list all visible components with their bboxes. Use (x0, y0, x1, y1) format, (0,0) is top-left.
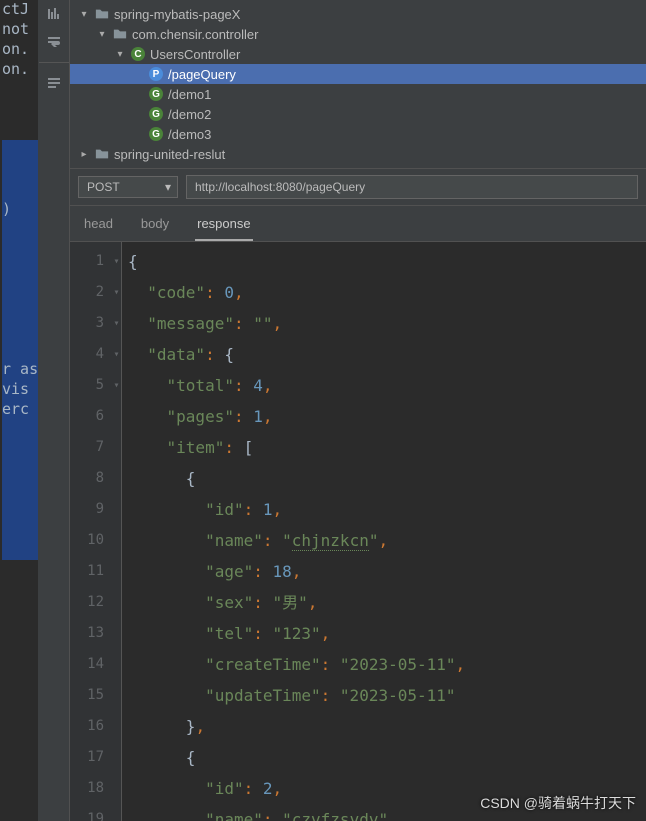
bars-icon[interactable] (46, 6, 62, 22)
tree-label: /demo2 (168, 107, 211, 122)
tree-item[interactable]: G/demo1 (70, 84, 646, 104)
folder-icon (94, 6, 110, 22)
url-input[interactable] (186, 175, 638, 199)
chevron-icon: ▾ (96, 29, 108, 40)
chevron-icon: ▸ (78, 149, 90, 160)
tree-label: /demo3 (168, 127, 211, 142)
tree-item[interactable]: ▾ C UsersController (70, 44, 646, 64)
tree-item[interactable]: ▸ spring-united-reslut (70, 144, 646, 164)
tree-item[interactable]: G/demo3 (70, 124, 646, 144)
endpoints-tree: ▾ spring-mybatis-pageX ▾ com.chensir.contro… (70, 0, 646, 168)
tab-response[interactable]: response (195, 212, 252, 241)
response-editor: 12345678910111213141516171819 ▾ ▾ ▾▾ ▾ {… (70, 242, 646, 821)
folder-icon (112, 26, 128, 42)
soft-wrap-icon[interactable] (46, 75, 62, 91)
wrap-icon[interactable] (46, 34, 62, 50)
tabs: head body response (70, 206, 646, 242)
tree-item[interactable]: G/demo2 (70, 104, 646, 124)
tree-label: spring-united-reslut (114, 147, 225, 162)
method-select[interactable]: POST (78, 176, 178, 198)
tree-item[interactable]: ▾ com.chensir.controller (70, 24, 646, 44)
get-icon: G (148, 106, 164, 122)
tree-label: /pageQuery (168, 67, 236, 82)
tree-label: spring-mybatis-pageX (114, 7, 240, 22)
tree-label: com.chensir.controller (132, 27, 258, 42)
folder-icon (94, 146, 110, 162)
tab-body[interactable]: body (139, 212, 171, 241)
code-body[interactable]: { "code": 0, "message": "", "data": { "t… (122, 242, 646, 821)
tree-label: /demo1 (168, 87, 211, 102)
post-icon: P (148, 66, 164, 82)
request-bar: POST (70, 168, 646, 206)
get-icon: G (148, 86, 164, 102)
class-icon: C (130, 46, 146, 62)
gutter: 12345678910111213141516171819 (70, 242, 112, 821)
fold-column: ▾ ▾ ▾▾ ▾ (112, 242, 122, 821)
tab-head[interactable]: head (82, 212, 115, 241)
tree-item[interactable]: P/pageQuery (70, 64, 646, 84)
tool-sidebar (38, 0, 70, 821)
chevron-icon: ▾ (78, 9, 90, 20)
tree-item[interactable]: ▾ spring-mybatis-pageX (70, 4, 646, 24)
get-icon: G (148, 126, 164, 142)
chevron-icon: ▾ (114, 49, 126, 60)
tree-label: UsersController (150, 47, 240, 62)
